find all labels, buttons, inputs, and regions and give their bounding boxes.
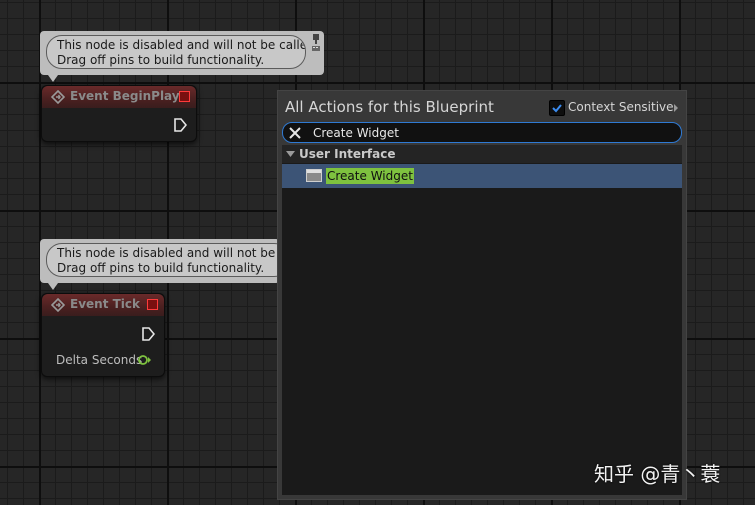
pin-comment-icon[interactable] [311, 34, 321, 52]
list-item-label: Create Widget [326, 168, 414, 184]
event-diamond-icon [51, 298, 65, 312]
node-header: Event Tick [42, 294, 164, 316]
action-menu[interactable]: All Actions for this Blueprint Context S… [277, 90, 687, 500]
delegate-pin[interactable] [179, 91, 190, 102]
node-title: Event BeginPlay [70, 89, 180, 103]
widget-icon [306, 169, 322, 182]
search-input[interactable] [313, 124, 643, 141]
comment-line-2: Drag off pins to build functionality. [57, 261, 265, 275]
context-sensitive-checkbox[interactable] [549, 100, 565, 116]
event-beginplay-node[interactable]: Event BeginPlay [41, 85, 197, 142]
node-header: Event BeginPlay [42, 86, 196, 108]
search-box[interactable] [282, 122, 682, 143]
float-output-pin[interactable] [138, 355, 152, 365]
category-row-user-interface[interactable]: User Interface [282, 145, 682, 163]
watermark: 知乎 @青丶蓑 [594, 462, 721, 486]
exec-output-pin[interactable] [173, 118, 187, 132]
comment-tail [48, 283, 58, 290]
begin-play-disabled-comment: This node is disabled and will not be ca… [40, 31, 324, 82]
arrow-right-icon[interactable] [672, 102, 680, 114]
event-diamond-icon [51, 90, 65, 104]
menu-title: All Actions for this Blueprint [285, 98, 494, 116]
comment-bubble: This node is disabled and will not be ca… [46, 243, 290, 277]
chevron-down-icon[interactable] [286, 151, 295, 157]
comment-bubble: This node is disabled and will not be ca… [46, 35, 306, 69]
comment-line-2: Drag off pins to build functionality. [57, 53, 265, 67]
context-sensitive-label: Context Sensitive [568, 100, 674, 114]
tick-disabled-comment: This node is disabled and will not be ca… [40, 239, 290, 290]
list-item-create-widget[interactable]: Create Widget [282, 164, 682, 188]
comment-tail [48, 75, 58, 82]
exec-output-pin[interactable] [141, 327, 155, 341]
comment-line-1: This node is disabled and will not be ca… [57, 38, 306, 52]
results-list[interactable]: User Interface Create Widget [282, 145, 682, 495]
delegate-pin[interactable] [147, 299, 158, 310]
comment-line-1: This node is disabled and will not be ca… [57, 246, 289, 260]
node-title: Event Tick [70, 297, 141, 311]
category-label: User Interface [299, 147, 396, 161]
context-sensitive-toggle[interactable]: Context Sensitive [549, 100, 685, 116]
checkmark-icon [552, 104, 562, 113]
close-icon[interactable] [288, 126, 302, 140]
event-tick-node[interactable]: Event Tick Delta Seconds [41, 293, 165, 377]
delta-seconds-label: Delta Seconds [56, 353, 143, 367]
